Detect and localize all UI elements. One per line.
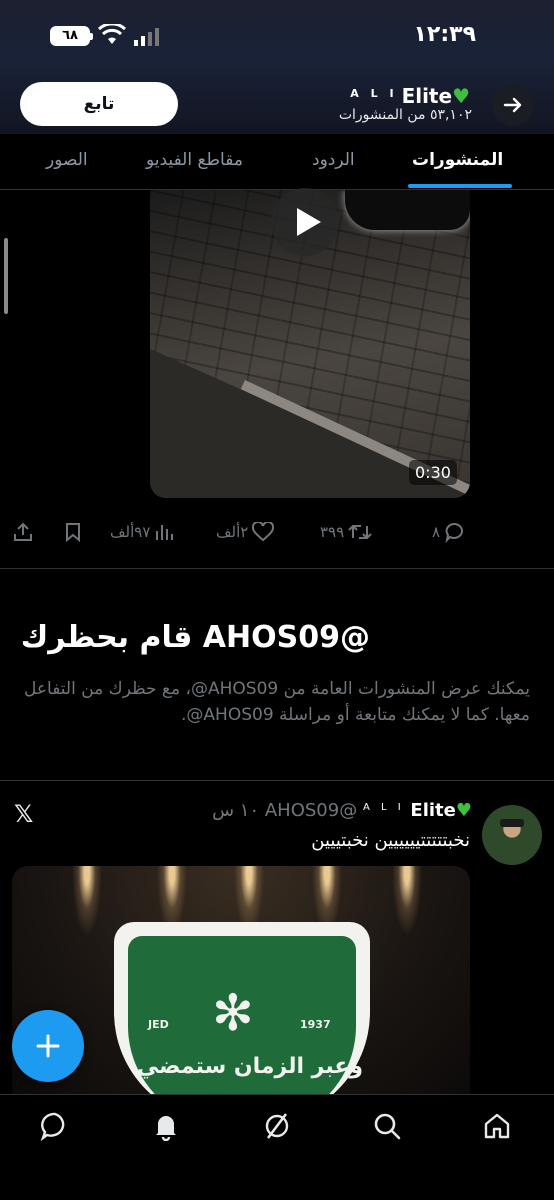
profile-name-text: Elite (401, 84, 453, 108)
crest-year-label: 1937 (300, 1018, 331, 1031)
green-heart-icon: ♥ (455, 800, 472, 821)
green-heart-icon: ♥ (452, 84, 470, 108)
status-bar: ٦٨ ١٢:٣٩ (0, 0, 554, 72)
profile-name: A L I Elite♥ (350, 84, 470, 108)
x-logo-icon: 𝕏 (14, 800, 34, 828)
grok-icon[interactable] (262, 1111, 292, 1141)
bookmark-button[interactable] (62, 518, 84, 546)
repost-button[interactable]: ٣٩٩ (316, 518, 372, 546)
post-count: ٥٣,١٠٢ من المنشورات (338, 107, 472, 123)
home-icon[interactable] (482, 1111, 512, 1141)
tweet-author-tag: A L I (362, 802, 405, 813)
reply-bubble-icon (445, 523, 464, 543)
wifi-icon (98, 24, 126, 44)
reposts-value: ٣٩٩ (320, 523, 345, 541)
share-icon (14, 522, 32, 541)
tweet-header: ١٠ س AHOS09@ A L I Elite♥ (212, 800, 472, 821)
tab-videos[interactable]: مقاطع الفيديو (146, 150, 243, 170)
follow-button[interactable]: تابع (20, 82, 178, 126)
tab-posts[interactable]: المنشورات (412, 150, 503, 170)
play-button[interactable] (271, 188, 339, 256)
video-frame-car (345, 190, 470, 230)
views-count[interactable]: ٩٧ألف (106, 518, 174, 546)
bookmark-icon (66, 523, 80, 543)
bar-chart-icon (156, 525, 174, 540)
section-divider (0, 780, 554, 781)
battery-icon: ٦٨ (50, 26, 93, 46)
tweet-handle[interactable]: AHOS09@ (265, 800, 357, 821)
scroll-indicator[interactable] (4, 238, 8, 314)
palm-tree-icon: ✻ (212, 984, 254, 1042)
plus-icon (36, 1034, 60, 1058)
profile-name-tag: A L I (350, 87, 398, 100)
search-icon[interactable] (372, 1111, 402, 1141)
like-button[interactable]: ٢ألف (212, 518, 275, 546)
likes-value: ٢ألف (216, 523, 249, 541)
clock: ١٢:٣٩ (413, 22, 476, 47)
views-value: ٩٧ألف (110, 523, 151, 541)
back-button[interactable] (492, 84, 534, 126)
share-button[interactable] (12, 518, 34, 546)
tab-replies[interactable]: الردود (312, 150, 355, 170)
repost-icon (348, 524, 372, 540)
blocked-title: قام بحظرك AHOS09@ (20, 620, 370, 655)
arrow-right-icon (503, 97, 522, 113)
crest-left-label: JED (148, 1018, 169, 1031)
crest-motto: وعبر الزمان ستمضي (136, 1054, 364, 1079)
avatar[interactable] (482, 805, 542, 865)
tweet-time: ١٠ س (212, 800, 260, 821)
tweet-author-name[interactable]: Elite (410, 800, 455, 821)
ceiling-light (72, 866, 102, 936)
ceiling-light (392, 866, 422, 936)
notifications-bell-icon[interactable] (151, 1111, 181, 1141)
cell-signal-icon (134, 28, 159, 46)
section-divider (0, 568, 554, 569)
compose-post-button[interactable] (12, 1010, 84, 1082)
post-action-bar: ٩٧ألف ٢ألف ٣٩٩ ٨ (0, 512, 554, 552)
reply-button[interactable]: ٨ (428, 518, 466, 546)
video-duration: 0:30 (409, 460, 457, 485)
heart-icon (252, 522, 275, 542)
blocked-description: يمكنك عرض المنشورات العامة من AHOS09@، م… (24, 679, 530, 725)
tab-photos[interactable]: الصور (46, 150, 88, 170)
play-icon (297, 208, 321, 236)
bottom-navigation (0, 1094, 554, 1200)
messages-icon[interactable] (40, 1111, 70, 1141)
active-tab-indicator (408, 184, 512, 188)
tweet-text: نخبتتتتتيييييين نخبتييين (311, 830, 470, 851)
profile-tabs: المنشورات الردود مقاطع الفيديو الصور (0, 134, 554, 190)
replies-value: ٨ (432, 523, 441, 541)
